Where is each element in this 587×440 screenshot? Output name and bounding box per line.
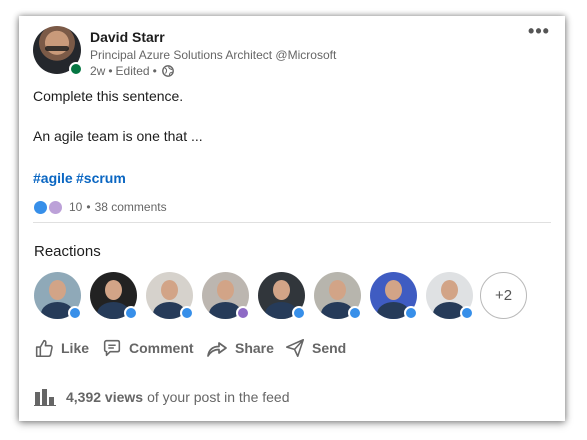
like-badge-icon bbox=[124, 306, 138, 320]
send-button[interactable]: Send bbox=[284, 335, 346, 361]
like-badge-icon bbox=[292, 306, 306, 320]
reactor-avatar[interactable] bbox=[314, 272, 362, 320]
edited-label: Edited bbox=[115, 64, 150, 78]
reactor-avatar[interactable] bbox=[202, 272, 250, 320]
comments-count[interactable]: 38 comments bbox=[95, 200, 167, 214]
meta-separator: • bbox=[152, 64, 157, 78]
post-meta: 2w • Edited • bbox=[90, 64, 174, 78]
share-button[interactable]: Share bbox=[205, 335, 274, 361]
send-icon bbox=[285, 338, 305, 358]
author-name[interactable]: David Starr bbox=[90, 29, 165, 45]
comment-button[interactable]: Comment bbox=[101, 335, 194, 361]
count-separator: • bbox=[86, 200, 91, 214]
like-badge-icon bbox=[348, 306, 362, 320]
online-status-dot bbox=[69, 62, 83, 76]
meta-separator: • bbox=[108, 64, 113, 78]
like-label: Like bbox=[61, 340, 90, 356]
analytics-icon bbox=[34, 389, 56, 406]
share-icon bbox=[207, 342, 227, 357]
reaction-count: 10 bbox=[69, 200, 83, 214]
reactor-avatar[interactable] bbox=[90, 272, 138, 320]
reactor-avatar[interactable] bbox=[370, 272, 418, 320]
reactor-avatar[interactable] bbox=[34, 272, 82, 320]
insightful-badge-icon bbox=[236, 306, 250, 320]
hashtag-link[interactable]: #scrum bbox=[76, 170, 126, 186]
like-badge-icon bbox=[460, 306, 474, 320]
like-badge-icon bbox=[68, 306, 82, 320]
reactor-avatar[interactable] bbox=[426, 272, 474, 320]
views-caption: of your post in the feed bbox=[147, 389, 290, 405]
share-label: Share bbox=[235, 340, 274, 356]
more-options-button[interactable]: ••• bbox=[526, 22, 552, 41]
like-button[interactable]: Like bbox=[33, 335, 89, 361]
like-badge-icon bbox=[404, 306, 418, 320]
reactor-avatar[interactable] bbox=[146, 272, 194, 320]
comment-icon bbox=[103, 339, 121, 357]
author-headline: Principal Azure Solutions Architect @Mic… bbox=[90, 48, 337, 62]
reactor-avatar[interactable] bbox=[258, 272, 306, 320]
post-text-line: An agile team is one that ... bbox=[33, 128, 203, 144]
views-count: 4,392 views bbox=[66, 389, 144, 405]
like-icon bbox=[35, 339, 53, 358]
more-icon: ••• bbox=[528, 21, 550, 41]
send-label: Send bbox=[312, 340, 347, 356]
divider bbox=[33, 222, 551, 223]
like-badge-icon bbox=[180, 306, 194, 320]
social-counts[interactable]: 10 • 38 comments bbox=[33, 199, 167, 215]
more-reactors-button[interactable]: +2 bbox=[480, 272, 527, 319]
hashtag-link[interactable]: #agile bbox=[33, 170, 73, 186]
post-text-line: Complete this sentence. bbox=[33, 88, 184, 104]
author-avatar[interactable] bbox=[33, 26, 83, 76]
post-card: David Starr Principal Azure Solutions Ar… bbox=[19, 16, 565, 421]
like-reaction-icon bbox=[33, 199, 48, 215]
reactions-title: Reactions bbox=[34, 243, 101, 260]
insightful-reaction-icon bbox=[48, 199, 63, 215]
globe-icon bbox=[161, 65, 174, 77]
post-views[interactable]: 4,392 views of your post in the feed bbox=[34, 387, 290, 407]
post-time: 2w bbox=[90, 64, 106, 78]
comment-label: Comment bbox=[129, 340, 194, 356]
